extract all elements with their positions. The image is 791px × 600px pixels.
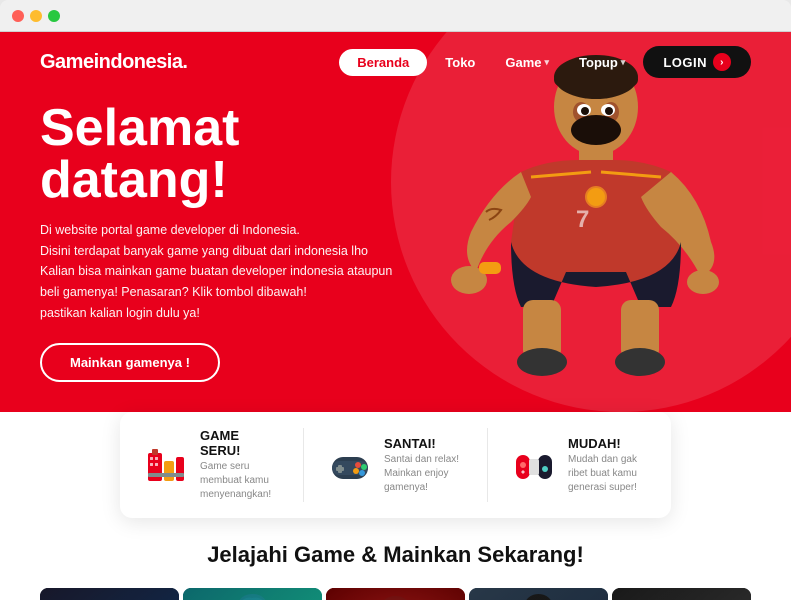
- hero-description: Di website portal game developer di Indo…: [40, 220, 420, 323]
- hero-character-illustration: 7: [431, 42, 731, 382]
- login-button[interactable]: LOGIN ›: [643, 46, 751, 78]
- navbar: Gameindonesia. Beranda Toko Game ▾ Topup…: [0, 32, 791, 92]
- site-logo: Gameindonesia.: [40, 51, 188, 74]
- category-fps-overlay: [40, 588, 179, 600]
- page: Gameindonesia. Beranda Toko Game ▾ Topup…: [0, 32, 791, 600]
- dot-yellow[interactable]: [30, 10, 42, 22]
- feature-mudah: MUDAH! Mudah dan gak ribet buat kamu gen…: [512, 428, 647, 502]
- svg-text:7: 7: [576, 206, 589, 233]
- santai-icon: [328, 443, 372, 487]
- feature-game-seru: GAME SERU! Game seru membuat kamu menyen…: [144, 428, 279, 502]
- hero-section: Gameindonesia. Beranda Toko Game ▾ Topup…: [0, 32, 791, 412]
- topup-dropdown-icon: ▾: [621, 57, 626, 68]
- category-adventure-overlay: [326, 588, 465, 600]
- feature-mudah-text: MUDAH! Mudah dan gak ribet buat kamu gen…: [568, 436, 647, 495]
- features-bar: GAME SERU! Game seru membuat kamu menyen…: [120, 412, 671, 518]
- feature-santai-text: SANTAI! Santai dan relax! Mainkan enjoy …: [384, 436, 463, 495]
- nav-item-beranda[interactable]: Beranda: [339, 49, 427, 76]
- nav-item-topup[interactable]: Topup ▾: [567, 49, 637, 76]
- hero-title: Selamat datang!: [40, 102, 420, 206]
- category-sport[interactable]: Sport: [469, 588, 608, 600]
- game-seru-icon: [144, 443, 188, 487]
- category-sport-overlay: [469, 588, 608, 600]
- mudah-icon: [512, 443, 556, 487]
- dot-red[interactable]: [12, 10, 24, 22]
- nav-links: Beranda Toko Game ▾ Topup ▾ LOGIN ›: [339, 46, 751, 78]
- game-dropdown-icon: ▾: [545, 57, 550, 68]
- category-action[interactable]: Action: [183, 588, 322, 600]
- nav-item-game[interactable]: Game ▾: [493, 49, 561, 76]
- browser-dots: [12, 10, 60, 22]
- feature-divider-1: [303, 428, 304, 502]
- category-action-overlay: [183, 588, 322, 600]
- login-arrow-icon: ›: [713, 53, 731, 71]
- hero-cta-button[interactable]: Mainkan gamenya !: [40, 343, 220, 382]
- browser-chrome: [0, 0, 791, 32]
- dot-green[interactable]: [48, 10, 60, 22]
- feature-santai: SANTAI! Santai dan relax! Mainkan enjoy …: [328, 428, 463, 502]
- feature-divider-2: [487, 428, 488, 502]
- categories-grid: FPS: [40, 588, 751, 600]
- category-adventure[interactable]: Adventure: [326, 588, 465, 600]
- white-section: GAME SERU! Game seru membuat kamu menyen…: [0, 412, 791, 600]
- category-racing[interactable]: Racing: [612, 588, 751, 600]
- category-racing-overlay: [612, 588, 751, 600]
- category-fps[interactable]: FPS: [40, 588, 179, 600]
- explore-section-title: Jelajahi Game & Mainkan Sekarang!: [40, 542, 751, 568]
- nav-item-toko[interactable]: Toko: [433, 49, 487, 76]
- feature-game-seru-text: GAME SERU! Game seru membuat kamu menyen…: [200, 428, 279, 502]
- hero-content: Selamat datang! Di website portal game d…: [0, 92, 460, 402]
